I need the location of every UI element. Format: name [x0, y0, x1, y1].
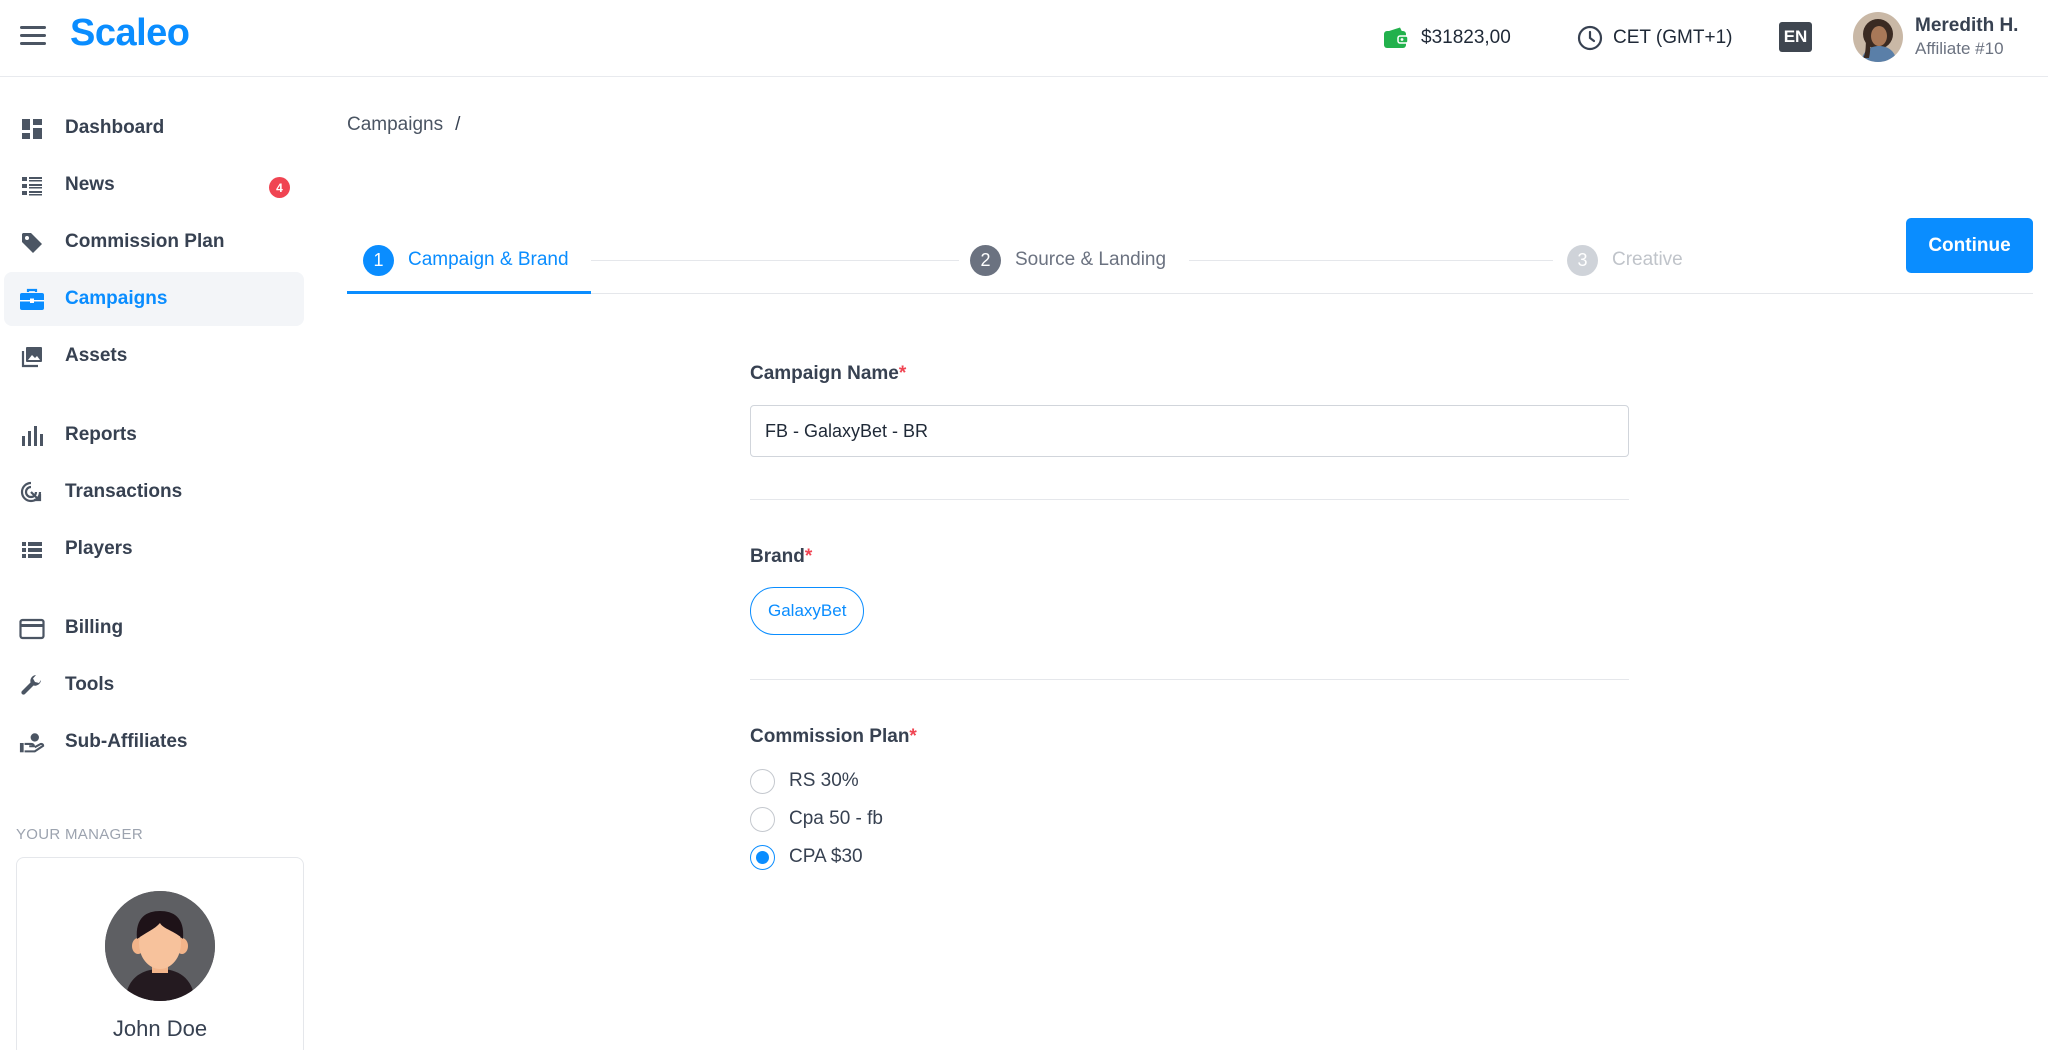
dashboard-icon	[19, 116, 45, 142]
sidebar-item-campaigns[interactable]: Campaigns	[4, 272, 304, 326]
user-menu[interactable]: Meredith H. Affiliate #10	[1853, 10, 2018, 64]
step-source-landing[interactable]: 2 Source & Landing	[970, 230, 1166, 290]
wallet-icon	[1384, 27, 1409, 48]
user-avatar	[1853, 12, 1903, 62]
radio-button-selected[interactable]	[750, 844, 775, 870]
balance-display[interactable]: $31823,00	[1383, 22, 1511, 54]
manager-section-title: YOUR MANAGER	[16, 826, 143, 843]
sidebar-item-label: Dashboard	[65, 117, 165, 138]
sidebar-item-label: Billing	[65, 617, 124, 638]
credit-card-icon	[19, 616, 45, 642]
commission-option-cpa-30[interactable]: CPA $30	[750, 844, 863, 870]
list-icon	[19, 537, 45, 563]
continue-button[interactable]: Continue	[1906, 218, 2033, 273]
manager-name: John Doe	[112, 1016, 208, 1041]
user-subtitle: Affiliate #10	[1915, 39, 2004, 58]
sidebar-item-label: Players	[65, 538, 133, 559]
sub-affiliates-icon	[19, 730, 45, 756]
radio-label: Cpa 50 - fb	[789, 808, 883, 829]
sidebar-item-tools[interactable]: Tools	[4, 658, 304, 712]
active-step-underline	[347, 291, 591, 294]
step-label: Source & Landing	[1015, 249, 1167, 270]
sidebar-item-assets[interactable]: Assets	[4, 329, 304, 383]
step-number: 2	[970, 244, 1001, 276]
transactions-icon	[19, 480, 45, 506]
breadcrumb: Campaigns /	[347, 114, 460, 136]
section-divider	[750, 499, 1629, 500]
images-icon	[19, 344, 45, 370]
tag-icon	[19, 230, 45, 256]
app-logo[interactable]: Scaleo	[70, 12, 190, 55]
radio-label: RS 30%	[789, 770, 859, 791]
sidebar-item-label: Sub-Affiliates	[65, 731, 188, 752]
timezone-label: CET (GMT+1)	[1613, 27, 1733, 48]
wizard-stepper: 1 Campaign & Brand 2 Source & Landing 3 …	[347, 214, 2033, 294]
step-number: 3	[1567, 244, 1598, 276]
campaign-name-label: Campaign Name*	[750, 363, 907, 384]
step-connector	[591, 260, 959, 261]
sidebar-item-label: News	[65, 174, 115, 195]
wrench-icon	[19, 673, 45, 699]
bar-chart-icon	[19, 423, 45, 449]
top-bar: Scaleo $31823,00 CET (GMT+1) EN Meredith…	[0, 0, 2048, 77]
radio-button[interactable]	[750, 806, 775, 832]
sidebar-item-label: Transactions	[65, 481, 183, 502]
step-creative: 3 Creative	[1567, 230, 1683, 290]
breadcrumb-separator: /	[455, 114, 461, 135]
user-name: Meredith H.	[1915, 15, 2019, 36]
commission-option-cpa-50-fb[interactable]: Cpa 50 - fb	[750, 806, 883, 832]
step-label: Campaign & Brand	[408, 249, 569, 270]
timezone-selector[interactable]: CET (GMT+1)	[1577, 22, 1732, 54]
section-divider	[750, 679, 1629, 680]
campaign-name-input[interactable]	[750, 405, 1629, 457]
brand-chip-galaxybet[interactable]: GalaxyBet	[750, 587, 865, 635]
sidebar-item-transactions[interactable]: Transactions	[4, 465, 304, 519]
sidebar-item-commission-plan[interactable]: Commission Plan	[4, 215, 304, 269]
commission-plan-label: Commission Plan*	[750, 726, 917, 747]
sidebar-item-label: Commission Plan	[65, 231, 225, 252]
radio-label: CPA $30	[789, 846, 863, 867]
news-icon	[19, 173, 45, 199]
commission-option-rs-30[interactable]: RS 30%	[750, 768, 859, 794]
sidebar-item-label: Reports	[65, 424, 137, 445]
sidebar-item-sub-affiliates[interactable]: Sub-Affiliates	[4, 715, 304, 769]
clock-icon	[1577, 25, 1603, 51]
sidebar-nav: Dashboard News 4 Commission Plan Campaig…	[0, 78, 310, 1050]
radio-button[interactable]	[750, 768, 775, 794]
briefcase-icon	[19, 287, 45, 313]
step-connector	[1189, 260, 1553, 261]
sidebar-item-label: Campaigns	[65, 288, 168, 309]
step-number: 1	[363, 244, 394, 276]
sidebar-item-billing[interactable]: Billing	[4, 601, 304, 655]
step-campaign-brand[interactable]: 1 Campaign & Brand	[363, 230, 569, 290]
breadcrumb-campaigns[interactable]: Campaigns	[347, 114, 443, 136]
sidebar-item-players[interactable]: Players	[4, 522, 304, 576]
step-label: Creative	[1612, 249, 1683, 270]
sidebar-item-dashboard[interactable]: Dashboard	[4, 101, 304, 155]
sidebar-item-reports[interactable]: Reports	[4, 408, 304, 462]
manager-avatar	[105, 891, 215, 1001]
brand-label: Brand*	[750, 546, 813, 567]
language-selector[interactable]: EN	[1779, 22, 1812, 52]
news-count-badge: 4	[269, 177, 290, 198]
menu-icon[interactable]	[20, 26, 46, 46]
manager-card: John Doe	[16, 857, 304, 1050]
sidebar-item-news[interactable]: News 4	[4, 158, 304, 212]
sidebar-item-label: Tools	[65, 674, 115, 695]
sidebar-item-label: Assets	[65, 345, 128, 366]
balance-amount: $31823,00	[1421, 27, 1511, 48]
